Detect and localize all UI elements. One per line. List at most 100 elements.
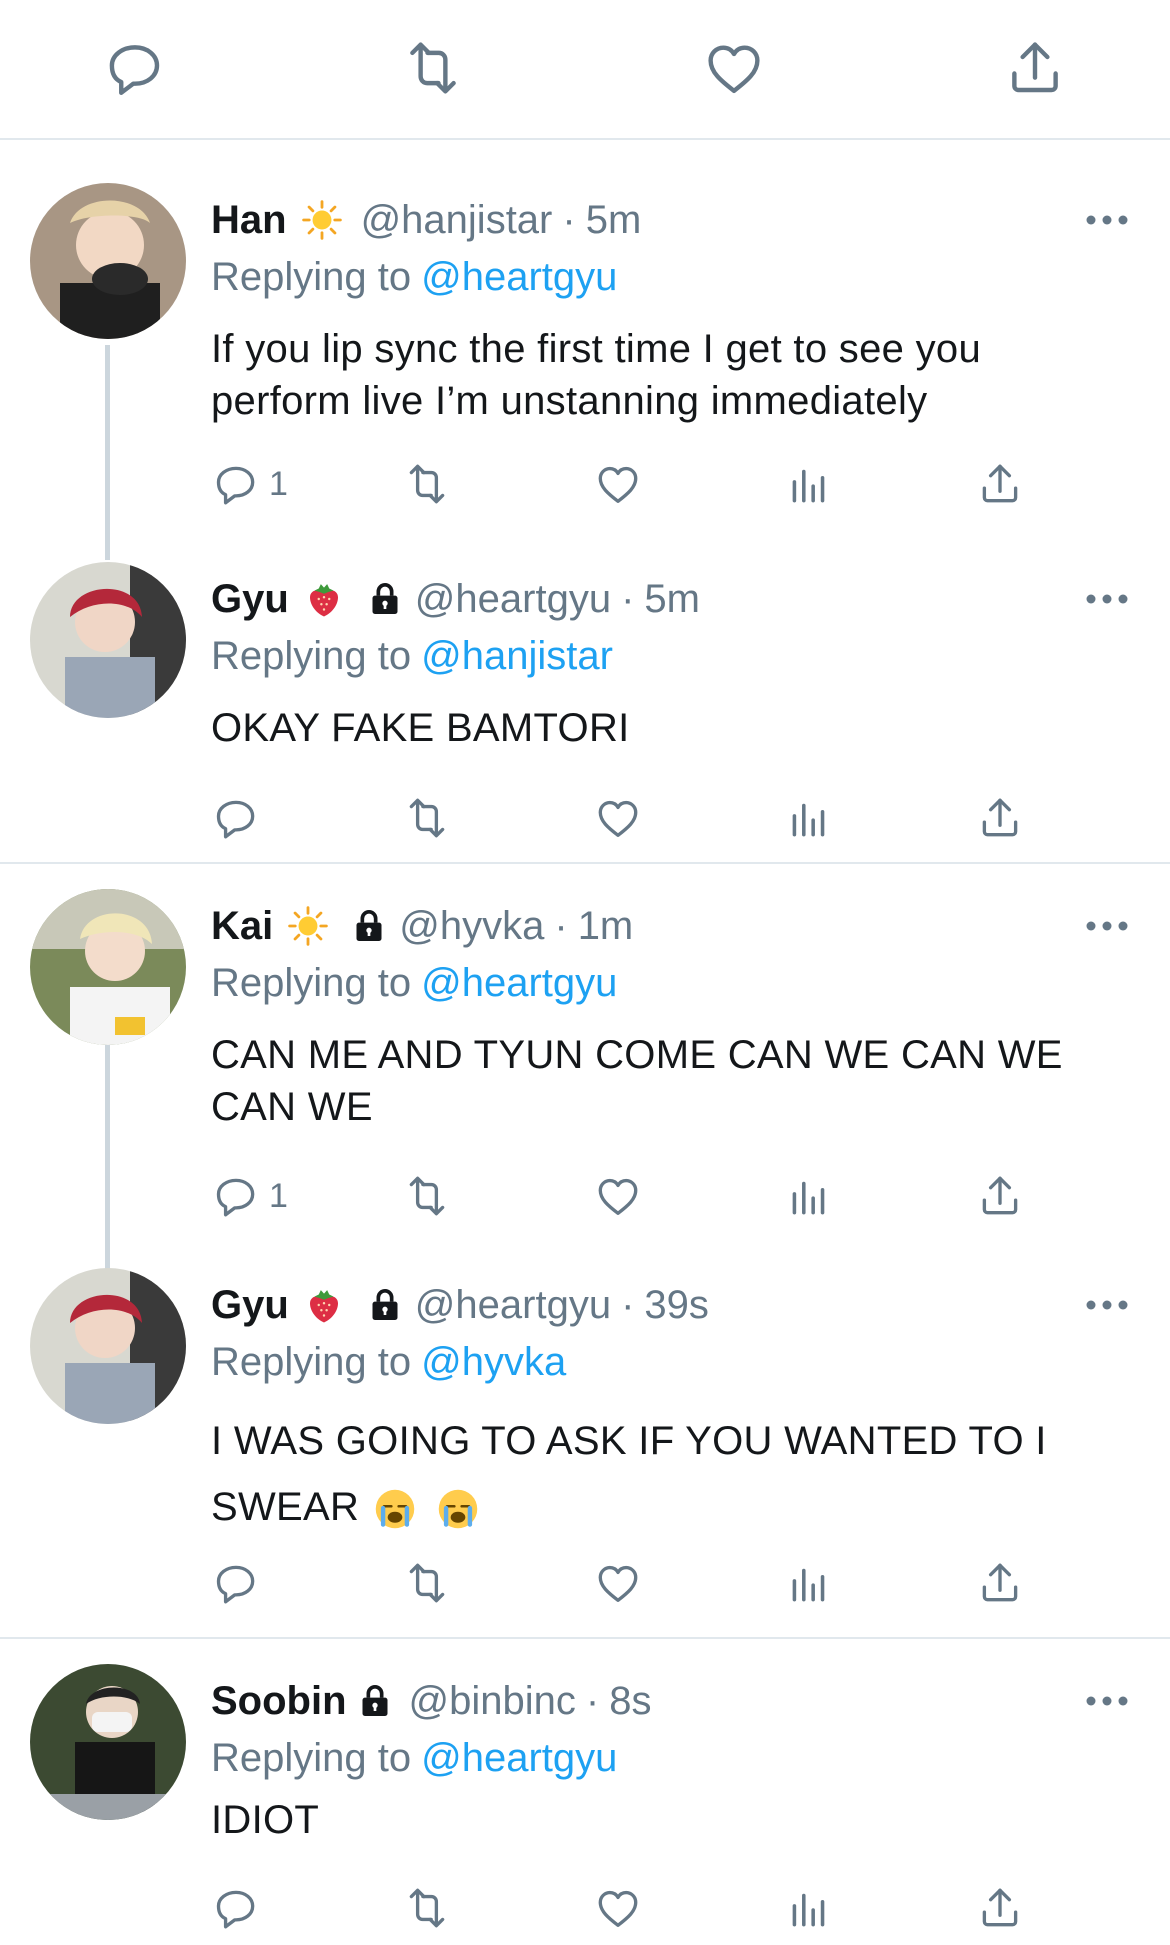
analytics-icon [784, 1171, 834, 1221]
mention-link[interactable]: @heartgyu [421, 255, 617, 299]
loudly-crying-emoji-icon [373, 1487, 417, 1531]
timestamp[interactable]: 39s [644, 1283, 709, 1328]
reply-button[interactable] [211, 790, 269, 846]
like-button[interactable] [593, 1880, 643, 1936]
timestamp[interactable]: 8s [609, 1679, 651, 1724]
timestamp[interactable]: 5m [586, 198, 642, 243]
lock-icon [365, 1285, 405, 1325]
avatar[interactable] [30, 562, 186, 718]
display-name[interactable]: Gyu [211, 577, 289, 622]
share-button[interactable] [975, 790, 1025, 846]
analytics-button[interactable] [784, 1168, 834, 1224]
separator-dot: · [621, 576, 635, 621]
timestamp[interactable]: 1m [578, 904, 634, 949]
tweet-text: IDIOT [211, 1798, 320, 1842]
avatar[interactable] [30, 183, 186, 339]
share-button[interactable] [975, 456, 1025, 512]
avatar[interactable] [30, 1664, 186, 1820]
display-name[interactable]: Han [211, 198, 287, 243]
reply-button[interactable] [211, 1555, 269, 1611]
handle[interactable]: @hanjistar [361, 198, 553, 243]
tweet-text: If you lip sync the first time I get to … [211, 327, 981, 423]
tweet-text: I WAS GOING TO ASK IF YOU WANTED TO I SW… [211, 1408, 1091, 1540]
like-icon [593, 1558, 643, 1608]
divider [0, 862, 1170, 864]
tweet-text: OKAY FAKE BAMTORI [211, 706, 630, 750]
display-name[interactable]: Kai [211, 904, 273, 949]
replying-to: Replying to @hyvka [211, 1340, 566, 1385]
like-button[interactable] [593, 790, 643, 846]
analytics-button[interactable] [784, 1555, 834, 1611]
more-options-icon[interactable] [1085, 1694, 1129, 1708]
analytics-button[interactable] [784, 790, 834, 846]
reply-count: 1 [269, 1176, 288, 1215]
retweet-button[interactable] [402, 456, 452, 512]
more-options-icon[interactable] [1085, 1298, 1129, 1312]
lock-icon [349, 906, 389, 946]
more-options-icon[interactable] [1085, 592, 1129, 606]
reply-button[interactable]: 1 [211, 1168, 288, 1224]
retweet-icon[interactable] [400, 35, 466, 101]
analytics-button[interactable] [784, 1880, 834, 1936]
tweet-header: Kai @hyvka · 1m [211, 901, 633, 951]
thread-line [105, 345, 110, 560]
like-icon[interactable] [701, 35, 767, 101]
reply-icon [211, 459, 261, 509]
tweet-actions [211, 790, 1031, 846]
replying-to: Replying to @heartgyu [211, 1736, 617, 1781]
replying-label: Replying to [211, 961, 412, 1005]
share-icon[interactable] [1002, 35, 1068, 101]
more-options-icon[interactable] [1085, 919, 1129, 933]
timestamp[interactable]: 5m [644, 577, 700, 622]
reply-icon[interactable] [102, 35, 168, 101]
retweet-icon [402, 1883, 452, 1933]
share-button[interactable] [975, 1168, 1025, 1224]
tweet-text-content: I WAS GOING TO ASK IF YOU WANTED TO I SW… [211, 1419, 1047, 1529]
more-options-icon[interactable] [1085, 213, 1129, 227]
mention-link[interactable]: @heartgyu [421, 961, 617, 1005]
like-icon [593, 1883, 643, 1933]
separator-dot: · [554, 903, 568, 948]
analytics-icon [784, 459, 834, 509]
strawberry-icon [303, 1284, 345, 1326]
handle[interactable]: @heartgyu [415, 577, 611, 622]
tweet-header: Soobin @binbinc · 8s [211, 1676, 651, 1726]
handle[interactable]: @heartgyu [415, 1283, 611, 1328]
tweet-header: Gyu @heartgyu · 5m [211, 574, 700, 624]
avatar[interactable] [30, 889, 186, 1045]
tweet-actions [211, 1880, 1031, 1936]
reply-icon [211, 1558, 261, 1608]
analytics-icon [784, 1558, 834, 1608]
separator-dot: · [585, 1678, 600, 1723]
strawberry-icon [303, 578, 345, 620]
avatar[interactable] [30, 1268, 186, 1424]
mention-link[interactable]: @hyvka [421, 1340, 566, 1384]
tweet-actions: 1 [211, 456, 1031, 512]
share-button[interactable] [975, 1555, 1025, 1611]
replying-label: Replying to [211, 1340, 412, 1384]
mention-link[interactable]: @hanjistar [421, 634, 613, 678]
display-name[interactable]: Soobin [211, 1679, 347, 1724]
tweet-text: CAN ME AND TYUN COME CAN WE CAN WE CAN W… [211, 1033, 1063, 1129]
like-button[interactable] [593, 1555, 643, 1611]
tweet-actions [211, 1555, 1031, 1611]
retweet-button[interactable] [402, 1880, 452, 1936]
replying-label: Replying to [211, 1736, 412, 1780]
display-name[interactable]: Gyu [211, 1283, 289, 1328]
handle[interactable]: @binbinc [409, 1679, 576, 1724]
reply-button[interactable]: 1 [211, 456, 288, 512]
like-button[interactable] [593, 1168, 643, 1224]
retweet-icon [402, 1171, 452, 1221]
analytics-button[interactable] [784, 456, 834, 512]
retweet-button[interactable] [402, 1168, 452, 1224]
reply-button[interactable] [211, 1880, 269, 1936]
share-icon [975, 1883, 1025, 1933]
mention-link[interactable]: @heartgyu [421, 1736, 617, 1780]
retweet-button[interactable] [402, 1555, 452, 1611]
retweet-button[interactable] [402, 790, 452, 846]
handle[interactable]: @hyvka [399, 904, 544, 949]
share-button[interactable] [975, 1880, 1025, 1936]
retweet-icon [402, 1558, 452, 1608]
share-icon [975, 1558, 1025, 1608]
like-button[interactable] [593, 456, 643, 512]
